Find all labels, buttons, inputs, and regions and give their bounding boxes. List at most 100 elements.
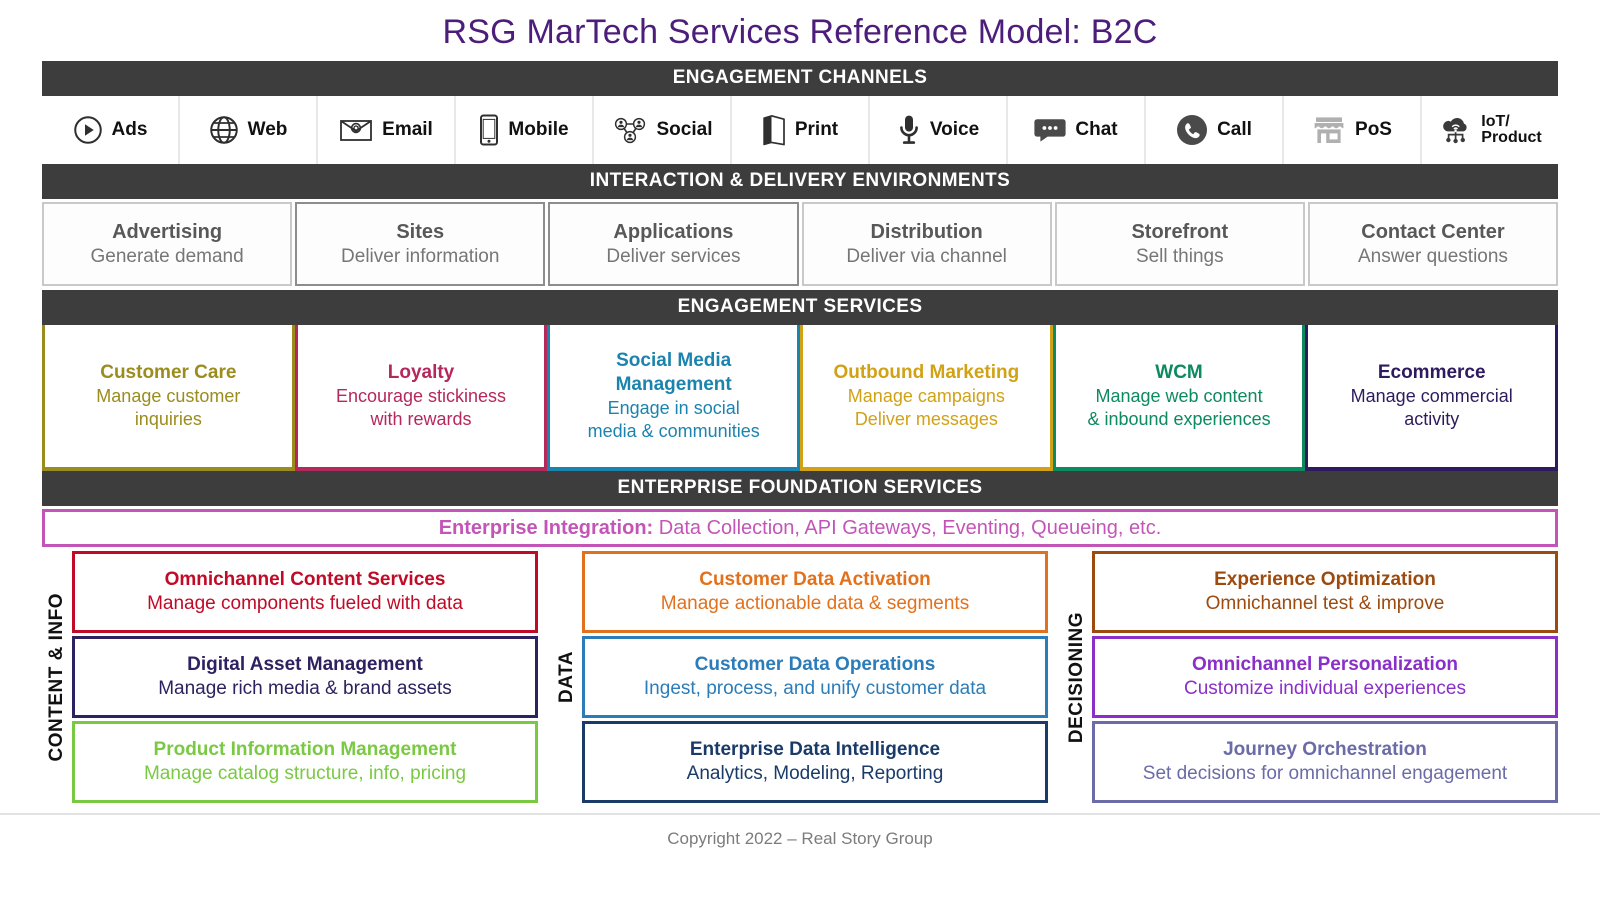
phone-icon [1176,114,1208,146]
globe-icon [209,115,239,145]
channel-chat[interactable]: Chat [1008,96,1146,165]
channel-label: Mobile [508,119,569,141]
foundation-box-customer-data-operations[interactable]: Customer Data Operations Ingest, process,… [582,636,1048,719]
channel-label: Chat [1075,119,1118,141]
channel-label: PoS [1355,119,1392,141]
engagement-service-title: WCM [1155,362,1203,384]
social-network-icon [612,115,648,145]
foundation-box-title: Digital Asset Management [187,654,423,676]
channel-social[interactable]: Social [594,96,732,165]
environment-subtitle: Answer questions [1357,245,1508,267]
microphone-icon [897,114,921,146]
band-interaction-delivery-environments: INTERACTION & DELIVERY ENVIRONMENTS [42,164,1558,200]
engagement-service-subtitle-line: Encourage stickiness [335,385,507,406]
channel-mobile[interactable]: Mobile [456,96,594,165]
reference-model-diagram: RSG MarTech Services Reference Model: B2… [0,0,1600,903]
engagement-channels-row: Ads Web Email Mobile Social Print Voice Chat Cal… [42,96,1558,165]
axis-label-text: DECISIONING [1066,611,1087,743]
engagement-service-title: Customer Care [100,362,237,384]
environment-subtitle: Deliver services [606,245,741,267]
channel-voice[interactable]: Voice [870,96,1008,165]
channel-label: Print [794,119,839,141]
foundation-box-subtitle: Customize individual experiences [1184,677,1466,699]
environment-box-advertising[interactable]: Advertising Generate demand [42,202,293,287]
channel-label: Call [1217,119,1252,141]
foundation-box-customer-data-activation[interactable]: Customer Data Activation Manage actionabl… [582,551,1048,634]
foundation-box-product-information-management[interactable]: Product Information Management Manage cat… [72,721,538,804]
foundation-box-subtitle: Set decisions for omnichannel engagement [1142,762,1508,784]
environment-box-applications[interactable]: Applications Deliver services [548,202,799,287]
channel-web[interactable]: Web [180,96,318,165]
environment-title: Distribution [870,220,983,243]
foundation-box-stack: Customer Data Activation Manage actionabl… [582,551,1048,804]
enterprise-integration-label: Enterprise Integration: [438,517,654,540]
channel-ads[interactable]: Ads [42,96,180,165]
channel-label: Voice [929,119,980,141]
environment-box-contact-center[interactable]: Contact Center Answer questions [1307,202,1559,287]
foundation-box-title: Customer Data Activation [699,569,931,591]
environment-box-distribution[interactable]: Distribution Deliver via channel [801,202,1052,287]
engagement-service-subtitle-line: Manage commercial [1350,385,1513,406]
engagement-service-title: Ecommerce [1377,362,1486,384]
foundation-column-decisioning: DECISIONING Experience Optimization Omnich… [1062,551,1558,804]
engagement-service-loyalty[interactable]: Loyalty Encourage stickiness with rewards [294,325,548,472]
interaction-environments-row: Advertising Generate demand Sites Deliver i… [42,199,1559,290]
foundation-box-title: Enterprise Data Intelligence [689,739,941,761]
foundation-box-omnichannel-personalization[interactable]: Omnichannel Personalization Customize ind… [1092,636,1558,719]
channel-label-line2: Product [1481,129,1542,147]
engagement-service-title: Outbound Marketing [833,362,1020,384]
channel-label: Social [656,119,713,141]
channel-label: Web [247,119,288,141]
engagement-service-title: Social Media Management [615,350,732,395]
copyright-footer: Copyright 2022 – Real Story Group [667,829,933,849]
band-engagement-channels: ENGAGEMENT CHANNELS [42,61,1558,97]
folded-brochure-icon [762,114,786,146]
storefront-icon [1312,115,1346,145]
environment-box-storefront[interactable]: Storefront Sell things [1054,202,1305,287]
foundation-box-enterprise-data-intelligence[interactable]: Enterprise Data Intelligence Analytics, M… [582,721,1048,804]
foundation-box-subtitle: Analytics, Modeling, Reporting [686,762,944,784]
smartphone-icon [479,114,499,146]
foundation-box-subtitle: Ingest, process, and unify customer data [643,677,987,699]
environment-subtitle: Sell things [1135,245,1224,267]
foundation-box-digital-asset-management[interactable]: Digital Asset Management Manage rich medi… [72,636,538,719]
foundation-box-journey-orchestration[interactable]: Journey Orchestration Set decisions for o… [1092,721,1558,804]
engagement-service-subtitle-line: Manage web content [1095,385,1263,406]
environment-title: Advertising [112,220,223,243]
foundation-box-stack: Experience Optimization Omnichannel test … [1092,551,1558,804]
foundation-box-subtitle: Manage components fueled with data [147,592,463,614]
foundation-box-omnichannel-content-services[interactable]: Omnichannel Content Services Manage compo… [72,551,538,634]
envelope-at-icon [339,117,373,143]
engagement-service-subtitle-line: Engage in social [607,397,740,418]
foundation-column-content-info: CONTENT & INFO Omnichannel Content Servic… [42,551,538,804]
band-engagement-services: ENGAGEMENT SERVICES [42,290,1558,326]
engagement-service-ecommerce[interactable]: Ecommerce Manage commercial activity [1305,325,1559,472]
engagement-service-subtitle-line: activity [1404,409,1460,430]
engagement-service-subtitle-line: & inbound experiences [1087,409,1271,430]
foundation-box-title: Experience Optimization [1214,569,1436,591]
engagement-service-customer-care[interactable]: Customer Care Manage customer inquiries [42,325,295,472]
engagement-service-subtitle-line: with rewards [370,409,472,430]
foundation-box-title: Omnichannel Personalization [1191,654,1459,676]
channel-call[interactable]: Call [1146,96,1284,165]
channel-email[interactable]: Email [318,96,456,165]
environment-subtitle: Deliver information [341,245,500,267]
foundation-box-subtitle: Manage rich media & brand assets [158,677,452,699]
band-enterprise-foundation-services: ENTERPRISE FOUNDATION SERVICES [42,471,1558,507]
engagement-service-outbound-marketing[interactable]: Outbound Marketing Manage campaigns Delive… [800,325,1053,472]
environment-box-sites[interactable]: Sites Deliver information [295,202,546,287]
foundation-box-subtitle: Manage catalog structure, info, pricing [143,762,467,784]
channel-iot[interactable]: IoT/Product [1422,96,1558,164]
engagement-service-title: Loyalty [387,362,455,384]
foundation-box-subtitle: Omnichannel test & improve [1205,592,1445,614]
foundation-box-stack: Omnichannel Content Services Manage compo… [72,551,538,804]
engagement-service-social-media-management[interactable]: Social Media Management Engage in social m… [547,325,801,472]
foundation-box-title: Omnichannel Content Services [164,569,446,591]
environment-title: Contact Center [1361,220,1505,243]
channel-print[interactable]: Print [732,96,870,165]
iot-cloud-icon [1438,115,1472,145]
channel-pos[interactable]: PoS [1284,96,1422,165]
foundation-box-title: Product Information Management [153,739,457,761]
engagement-service-wcm[interactable]: WCM Manage web content & inbound experienc… [1052,325,1306,472]
foundation-box-experience-optimization[interactable]: Experience Optimization Omnichannel test … [1092,551,1558,634]
